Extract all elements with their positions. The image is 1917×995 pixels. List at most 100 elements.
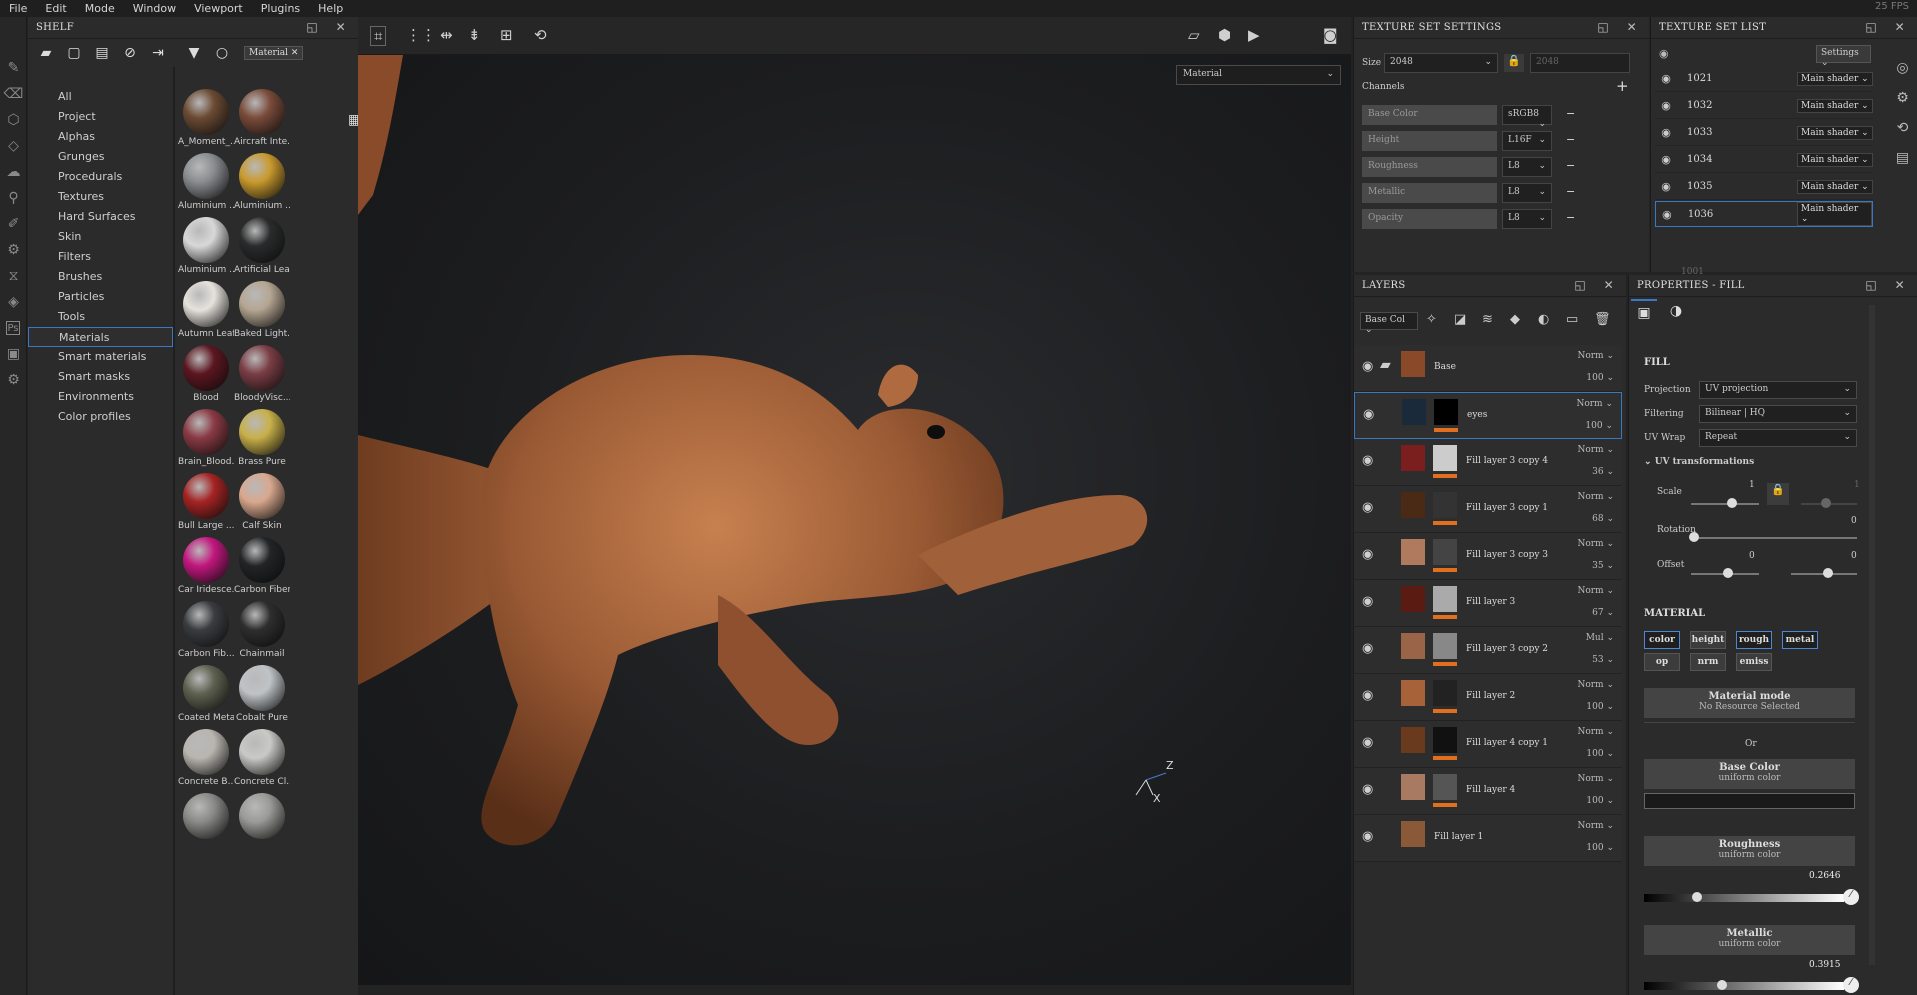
layer-row[interactable]: ◉ Fill layer 4 Norm ⌄ 100 ⌄ bbox=[1354, 768, 1622, 815]
opacity-value[interactable]: 67 ⌄ bbox=[1592, 608, 1614, 618]
eye-icon[interactable]: ◉ bbox=[1362, 547, 1373, 562]
remove-channel-icon[interactable]: − bbox=[1566, 107, 1575, 120]
lock-icon[interactable]: 🔒 bbox=[1767, 483, 1789, 505]
lock-icon[interactable]: 🔒 bbox=[1504, 54, 1524, 72]
import-icon[interactable]: ⇥ bbox=[148, 45, 168, 61]
layer-row[interactable]: ◉ Fill layer 3 Norm ⌄ 67 ⌄ bbox=[1354, 580, 1622, 627]
mask-thumbnail[interactable] bbox=[1433, 633, 1457, 659]
opacity-value[interactable]: 100 ⌄ bbox=[1586, 373, 1614, 383]
opacity-value[interactable]: 36 ⌄ bbox=[1592, 467, 1614, 477]
eye-icon[interactable]: ◉ bbox=[1362, 688, 1373, 703]
eyedropper-icon[interactable]: ⁄ bbox=[1843, 889, 1859, 905]
folder-icon[interactable]: ▰ bbox=[36, 45, 56, 61]
texture-set-row[interactable]: ◉ 1034 Main shader ⌄ bbox=[1655, 147, 1873, 173]
eye-icon[interactable]: ◉ bbox=[1363, 407, 1374, 422]
polygon-fill-icon[interactable]: ◇ bbox=[0, 133, 27, 159]
blend-mode-select[interactable]: Norm ⌄ bbox=[1577, 821, 1614, 831]
filtering-select[interactable]: Bilinear | HQ ⌄ bbox=[1699, 405, 1857, 423]
bake-icon[interactable]: ⚙ bbox=[0, 237, 27, 263]
blend-mode-select[interactable]: Norm ⌄ bbox=[1577, 586, 1614, 596]
channel-format-select[interactable]: L8 ⌄ bbox=[1502, 157, 1552, 177]
remove-channel-icon[interactable]: − bbox=[1566, 211, 1575, 224]
layer-row[interactable]: ◉ Fill layer 3 copy 3 Norm ⌄ 35 ⌄ bbox=[1354, 533, 1622, 580]
uvwrap-select[interactable]: Repeat ⌄ bbox=[1699, 429, 1857, 447]
shelf-category-procedurals[interactable]: Procedurals bbox=[28, 167, 173, 187]
blend-mode-select[interactable]: Norm ⌄ bbox=[1577, 351, 1614, 361]
display-settings-icon[interactable]: ⚙ bbox=[1888, 90, 1917, 120]
layer-row[interactable]: ◉ Fill layer 3 copy 4 Norm ⌄ 36 ⌄ bbox=[1354, 439, 1622, 486]
smudge-icon[interactable]: ☁ bbox=[0, 159, 27, 185]
shelf-category-hard-surfaces[interactable]: Hard Surfaces bbox=[28, 207, 173, 227]
blend-mode-select[interactable]: Norm ⌄ bbox=[1577, 445, 1614, 455]
channel-toggle-op[interactable]: op bbox=[1644, 653, 1680, 671]
material-thumbnail[interactable] bbox=[234, 793, 290, 871]
scale-slider-2-handle[interactable] bbox=[1821, 498, 1831, 508]
texture-set-icon[interactable]: ◎ bbox=[1888, 60, 1917, 90]
roughness-block[interactable]: Roughness uniform color bbox=[1644, 836, 1855, 866]
layer-row[interactable]: ◉ Fill layer 3 copy 1 Norm ⌄ 68 ⌄ bbox=[1354, 486, 1622, 533]
channel-toggle-height[interactable]: height bbox=[1690, 631, 1726, 649]
channel-toggle-nrm[interactable]: nrm bbox=[1690, 653, 1726, 671]
add-paint-layer-icon[interactable]: ≋ bbox=[1482, 312, 1493, 327]
shader-select[interactable]: Main shader ⌄ bbox=[1797, 179, 1873, 194]
shelf-category-all[interactable]: All bbox=[28, 87, 173, 107]
close-icon[interactable]: ✕ bbox=[1604, 278, 1614, 292]
mask-thumbnail[interactable] bbox=[1434, 399, 1458, 425]
menu-help[interactable]: Help bbox=[309, 2, 352, 15]
shader-select[interactable]: Main shader ⌄ bbox=[1797, 152, 1873, 167]
menu-plugins[interactable]: Plugins bbox=[252, 2, 309, 15]
roughness-slider-handle[interactable] bbox=[1691, 892, 1702, 902]
photoshop-icon[interactable]: Ps bbox=[6, 321, 20, 335]
rotation-slider[interactable] bbox=[1691, 537, 1857, 539]
history-icon[interactable]: ⟲ bbox=[534, 26, 547, 44]
mask-thumbnail[interactable] bbox=[1433, 445, 1457, 471]
measure-icon[interactable]: ⧖ bbox=[0, 263, 27, 289]
eye-icon[interactable]: ◉ bbox=[1655, 99, 1677, 112]
shader-select[interactable]: Main shader ⌄ bbox=[1797, 71, 1873, 86]
blend-mode-select[interactable]: Norm ⌄ bbox=[1577, 492, 1614, 502]
add-channel-icon[interactable]: + bbox=[1616, 77, 1629, 95]
material-thumbnail[interactable] bbox=[178, 793, 234, 871]
color-picker-icon[interactable]: ✐ bbox=[0, 211, 27, 237]
offset-slider-1-handle[interactable] bbox=[1723, 568, 1733, 578]
save-icon[interactable]: ▤ bbox=[92, 45, 112, 61]
layer-channel-select[interactable]: Base Col ⌄ bbox=[1360, 312, 1418, 335]
shader-select[interactable]: Main shader ⌄ bbox=[1797, 125, 1873, 140]
log-icon[interactable]: ▤ bbox=[1888, 150, 1917, 180]
shelf-filter-tag[interactable]: Material ✕ bbox=[244, 46, 304, 60]
shelf-category-color-profiles[interactable]: Color profiles bbox=[28, 407, 173, 427]
shelf-category-grunges[interactable]: Grunges bbox=[28, 147, 173, 167]
menu-edit[interactable]: Edit bbox=[36, 2, 75, 15]
size-select[interactable]: 2048 ⌄ bbox=[1384, 53, 1498, 73]
eraser-icon[interactable]: ⌫ bbox=[0, 81, 27, 107]
eye-icon[interactable]: ◉ bbox=[1362, 359, 1373, 374]
channel-format-select[interactable]: sRGB8 ⌄ bbox=[1502, 105, 1552, 129]
shelf-category-brushes[interactable]: Brushes bbox=[28, 267, 173, 287]
base-color-block[interactable]: Base Color uniform color bbox=[1644, 759, 1855, 789]
channel-format-select[interactable]: L8 ⌄ bbox=[1502, 209, 1552, 229]
camera-video-icon[interactable]: ▶ bbox=[1248, 26, 1260, 44]
layer-row[interactable]: ◉ Fill layer 4 copy 1 Norm ⌄ 100 ⌄ bbox=[1354, 721, 1622, 768]
rotation-slider-handle[interactable] bbox=[1689, 532, 1699, 542]
float-icon[interactable]: ◱ bbox=[1597, 20, 1609, 34]
uv-transformations-toggle[interactable]: ⌄ UV transformations bbox=[1644, 457, 1754, 467]
add-folder-icon[interactable]: ▭ bbox=[1566, 312, 1578, 327]
channel-format-select[interactable]: L16F ⌄ bbox=[1502, 131, 1552, 151]
eye-icon[interactable]: ◉ bbox=[1655, 180, 1677, 193]
eye-icon[interactable]: ◉ bbox=[1655, 72, 1677, 85]
opacity-value[interactable]: 100 ⌄ bbox=[1586, 796, 1614, 806]
float-icon[interactable]: ◱ bbox=[1865, 20, 1877, 34]
texture-set-row[interactable]: ◉ 1033 Main shader ⌄ bbox=[1655, 120, 1873, 146]
layer-row[interactable]: ◉ eyes Norm ⌄ 100 ⌄ bbox=[1354, 392, 1622, 439]
eye-icon[interactable]: ◉ bbox=[1362, 453, 1373, 468]
material-tab-icon[interactable]: ◑ bbox=[1663, 299, 1689, 325]
shelf-category-materials[interactable]: Materials bbox=[28, 327, 173, 347]
shelf-category-tools[interactable]: Tools bbox=[28, 307, 173, 327]
layer-row[interactable]: ◉ Fill layer 3 copy 2 Mul ⌄ 53 ⌄ bbox=[1354, 627, 1622, 674]
history-icon[interactable]: ⟲ bbox=[1888, 120, 1917, 150]
screenshot-icon[interactable]: ▣ bbox=[0, 341, 27, 367]
eyedropper-icon[interactable]: ⁄ bbox=[1843, 977, 1859, 993]
close-icon[interactable]: ✕ bbox=[1895, 20, 1905, 34]
blend-mode-select[interactable]: Norm ⌄ bbox=[1577, 774, 1614, 784]
grid-options-icon[interactable]: ⋮⋮ bbox=[406, 26, 436, 44]
